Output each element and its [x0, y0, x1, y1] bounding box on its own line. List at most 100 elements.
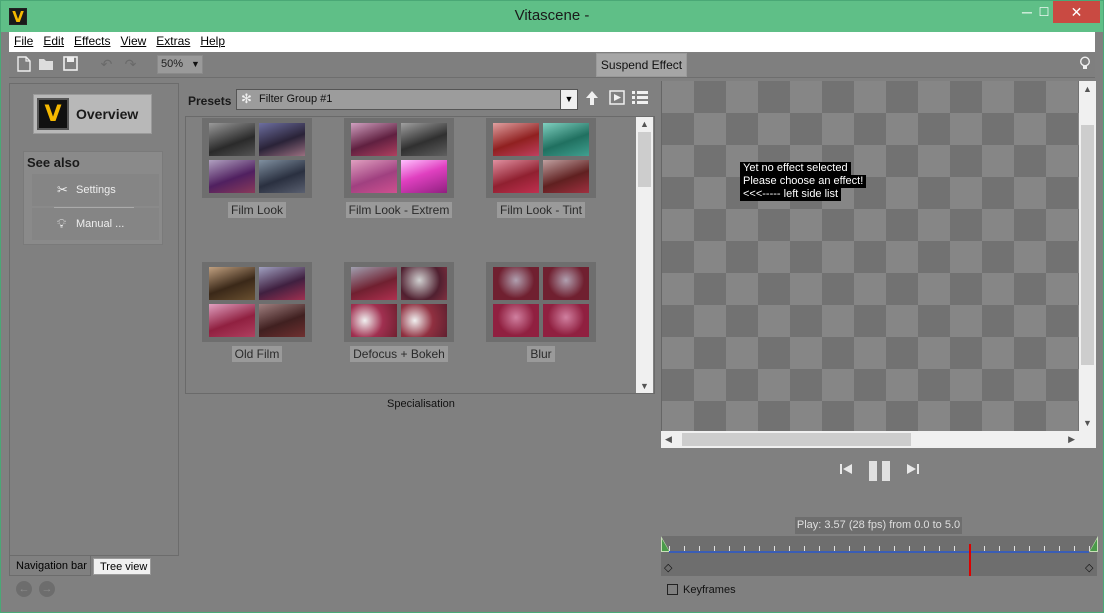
snowflake-icon: ✻ — [241, 91, 252, 106]
scroll-up-icon[interactable]: ▲ — [636, 119, 653, 129]
app-logo-icon: V — [37, 98, 69, 130]
no-effect-message: Yet no effect selected Please choose an … — [740, 162, 867, 201]
save-icon[interactable] — [62, 56, 79, 73]
preset-thumbnail[interactable] — [202, 118, 312, 198]
settings-link[interactable]: ✂ Settings — [32, 174, 159, 206]
preset-label: Film Look - Tint — [471, 202, 611, 218]
menu-edit[interactable]: Edit — [38, 32, 69, 48]
undo-icon[interactable]: ↶ — [98, 56, 115, 73]
preset-old-film: Old Film — [231, 346, 283, 362]
timeline-tick — [684, 546, 685, 551]
skip-to-start-icon[interactable] — [839, 462, 853, 479]
preview-canvas[interactable] — [661, 81, 1096, 431]
preview-vertical-scrollbar[interactable]: ▲ ▼ — [1079, 81, 1096, 431]
keyframe-diamond-icon[interactable]: ◇ — [664, 561, 672, 574]
title-bar: V Vitascene - ─ ☐ ✕ — [1, 1, 1103, 32]
menu-help[interactable]: Help — [195, 32, 230, 48]
timeline-tick — [669, 546, 670, 551]
preset-label: Blur — [471, 346, 611, 362]
timeline-tick — [1074, 546, 1075, 551]
preset-label: Old Film — [187, 346, 327, 362]
timeline-tick — [1044, 546, 1045, 551]
presets-scrollbar[interactable]: ▲ ▼ — [636, 117, 653, 393]
chevron-down-icon[interactable]: ▼ — [560, 90, 577, 109]
message-line: <<<----- left side list — [740, 188, 842, 201]
timeline-tick — [1014, 546, 1015, 551]
scrollbar-thumb[interactable] — [638, 132, 651, 187]
list-view-icon[interactable] — [631, 90, 649, 108]
keyframe-diamond-icon[interactable]: ◇ — [1085, 561, 1093, 574]
play-preview-icon[interactable] — [608, 90, 626, 108]
skip-to-end-icon[interactable] — [906, 462, 920, 479]
keyframes-checkbox[interactable] — [667, 584, 678, 595]
filter-group-value: Filter Group #1 — [259, 93, 333, 105]
timeline-tick — [999, 546, 1000, 551]
lightbulb-icon: 💡︎ — [57, 216, 67, 231]
scrollbar-thumb[interactable] — [682, 433, 911, 446]
suspend-effect-button[interactable]: Suspend Effect — [596, 53, 687, 77]
preset-thumbnail[interactable] — [202, 262, 312, 342]
scroll-down-icon[interactable]: ▼ — [636, 381, 653, 391]
timeline[interactable]: ◇ ◇ — [661, 536, 1099, 576]
maximize-button[interactable]: ☐ — [1035, 1, 1053, 23]
timeline-tick — [804, 546, 805, 551]
back-arrow-icon[interactable]: ← — [16, 581, 32, 597]
timeline-tick — [939, 546, 940, 551]
timeline-track[interactable] — [669, 551, 1089, 553]
preset-thumbnail[interactable] — [486, 118, 596, 198]
manual-link[interactable]: 💡︎ Manual ... — [32, 208, 159, 240]
tab-navigation-bar[interactable]: Navigation bar — [9, 556, 91, 576]
keyframes-toggle[interactable]: Keyframes — [667, 584, 736, 596]
overview-button[interactable]: V Overview — [33, 94, 152, 134]
menu-view[interactable]: View — [116, 32, 152, 48]
preset-thumbnail[interactable] — [344, 262, 454, 342]
timeline-tick — [744, 546, 745, 551]
preset-film-look-tint: Film Look - Tint — [496, 202, 586, 218]
scroll-down-icon[interactable]: ▼ — [1083, 418, 1092, 428]
filter-group-select[interactable]: ✻ Filter Group #1 ▼ — [236, 89, 578, 110]
menu-extras[interactable]: Extras — [151, 32, 195, 48]
tab-tree-view[interactable]: Tree view — [93, 558, 151, 575]
timeline-tick — [714, 546, 715, 551]
specialisation-label: Specialisation — [387, 398, 455, 410]
timeline-tick — [1089, 546, 1090, 551]
forward-arrow-icon[interactable]: → — [39, 581, 55, 597]
window-title: Vitascene - — [514, 7, 590, 24]
preset-label: Film Look — [187, 202, 327, 218]
preset-film-look: Film Look — [227, 202, 286, 218]
keyframes-label: Keyframes — [683, 584, 736, 596]
scroll-right-icon[interactable]: ▶ — [1068, 434, 1075, 445]
scroll-up-icon[interactable]: ▲ — [1083, 84, 1092, 94]
timeline-tick — [894, 546, 895, 551]
chevron-down-icon[interactable]: ▼ — [191, 59, 200, 69]
settings-label: Settings — [76, 184, 116, 196]
message-line: Yet no effect selected — [740, 162, 851, 175]
timeline-tick — [1029, 546, 1030, 551]
manual-label: Manual ... — [76, 218, 125, 230]
close-button[interactable]: ✕ — [1053, 1, 1100, 23]
up-arrow-icon[interactable] — [583, 90, 601, 108]
timeline-tick — [819, 546, 820, 551]
open-folder-icon[interactable] — [38, 56, 55, 73]
preview-horizontal-scrollbar[interactable]: ◀ ▶ — [661, 431, 1079, 448]
pause-icon[interactable] — [868, 460, 892, 485]
menu-effects[interactable]: Effects — [69, 32, 115, 48]
end-marker-icon[interactable] — [1089, 536, 1099, 552]
menu-bar: File Edit Effects View Extras Help — [9, 32, 1095, 52]
menu-file[interactable]: File — [9, 32, 38, 48]
playback-info: Play: 3.57 (28 fps) from 0.0 to 5.0 — [795, 517, 962, 534]
lightbulb-icon[interactable] — [1079, 56, 1091, 74]
scroll-left-icon[interactable]: ◀ — [665, 434, 672, 445]
playhead[interactable] — [969, 544, 971, 576]
timeline-tick — [879, 546, 880, 551]
new-file-icon[interactable] — [15, 56, 32, 73]
scroll-corner — [1079, 431, 1096, 448]
preset-label: Defocus + Bokeh — [329, 346, 469, 362]
tools-icon: ✂ — [57, 182, 68, 197]
timeline-tick — [834, 546, 835, 551]
redo-icon[interactable]: ↷ — [122, 56, 139, 73]
preset-thumbnail[interactable] — [344, 118, 454, 198]
preset-thumbnail[interactable] — [486, 262, 596, 342]
scrollbar-thumb[interactable] — [1081, 125, 1094, 365]
presets-label: Presets — [188, 94, 232, 108]
